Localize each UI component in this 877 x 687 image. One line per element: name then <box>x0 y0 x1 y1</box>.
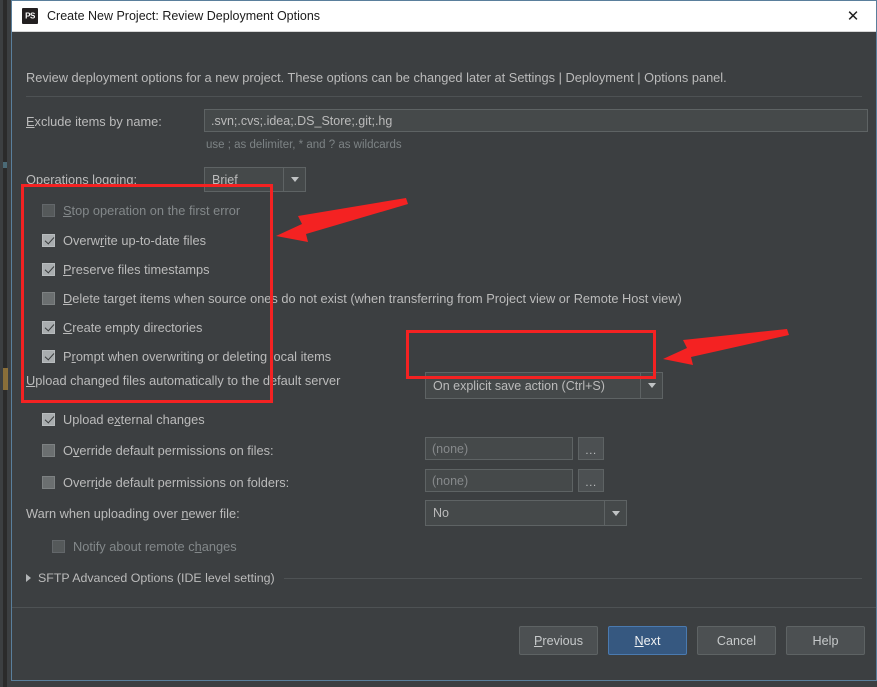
label-preserve-files-timestamps: Preserve files timestamps <box>63 261 210 277</box>
background-ide-edge <box>0 0 11 687</box>
checkbox-row-prompt-when-overwriting[interactable]: Prompt when overwriting or deleting loca… <box>42 347 331 365</box>
label-upload-external-changes: Upload external changes <box>63 411 205 427</box>
chevron-down-icon[interactable] <box>283 168 305 191</box>
dialog-body: Review deployment options for a new proj… <box>12 32 876 680</box>
checkbox-overwrite-up-to-date-files[interactable] <box>42 233 55 247</box>
exclude-items-value: .svn;.cvs;.idea;.DS_Store;.git;.hg <box>211 113 393 128</box>
operations-logging-label: Operations logging: <box>26 172 137 187</box>
checkbox-override-permissions-folders[interactable] <box>42 475 55 489</box>
label-prompt-when-overwriting: Prompt when overwriting or deleting loca… <box>63 348 332 364</box>
browse-button-files[interactable]: … <box>578 437 604 460</box>
footer-button-row: Previous Next Cancel Help <box>518 626 865 655</box>
background-ide-gutter <box>3 0 7 687</box>
checkbox-row-override-permissions-files[interactable]: Override default permissions on files: <box>42 441 274 459</box>
checkbox-create-empty-directories[interactable] <box>42 320 55 334</box>
checkbox-row-preserve-files-timestamps[interactable]: Preserve files timestamps <box>42 260 210 278</box>
previous-button[interactable]: Previous <box>518 626 598 655</box>
exclude-items-label: Exclude items by name: <box>26 114 162 129</box>
intro-text: Review deployment options for a new proj… <box>26 70 727 85</box>
checkbox-preserve-files-timestamps[interactable] <box>42 262 55 276</box>
label-override-permissions-folders: Override default permissions on folders: <box>63 474 290 490</box>
help-button[interactable]: Help <box>786 626 865 655</box>
checkbox-override-permissions-files[interactable] <box>42 443 55 457</box>
checkbox-row-create-empty-directories[interactable]: Create empty directories <box>42 318 202 336</box>
label-delete-target-items: Delete target items when source ones do … <box>63 290 682 306</box>
deployment-options-dialog: Create New Project: Review Deployment Op… <box>11 0 877 681</box>
warn-newer-file-value: No <box>433 506 449 520</box>
sftp-divider <box>283 577 862 579</box>
chevron-right-icon[interactable] <box>26 574 31 582</box>
exclude-items-input[interactable]: .svn;.cvs;.idea;.DS_Store;.git;.hg <box>204 109 868 132</box>
checkbox-delete-target-items[interactable] <box>42 291 55 305</box>
operations-logging-label-rest: perations logging: <box>35 172 137 187</box>
sftp-advanced-options-toggle[interactable]: SFTP Advanced Options (IDE level setting… <box>26 571 862 585</box>
phpstorm-icon <box>22 8 38 24</box>
exclude-mnemonic: E <box>26 114 35 129</box>
checkbox-row-delete-target-items[interactable]: Delete target items when source ones do … <box>42 289 682 307</box>
operations-logging-value: Brief <box>212 172 238 187</box>
label-override-permissions-files: Override default permissions on files: <box>63 442 274 458</box>
operations-logging-dropdown[interactable]: Brief <box>204 167 306 192</box>
label-overwrite-up-to-date-files: Overwrite up-to-date files <box>63 232 206 248</box>
intro-divider <box>26 96 862 97</box>
dialog-title: Create New Project: Review Deployment Op… <box>47 9 321 23</box>
dialog-titlebar: Create New Project: Review Deployment Op… <box>12 1 876 32</box>
override-permissions-files-value: (none) <box>432 441 469 456</box>
checkbox-stop-operation-on-first-error[interactable] <box>42 203 55 217</box>
upload-auto-label: Upload changed files automatically to th… <box>26 373 341 388</box>
label-create-empty-directories: Create empty directories <box>63 319 203 335</box>
checkbox-notify-remote-changes[interactable] <box>52 539 65 553</box>
exclude-label-rest: xclude items by name: <box>34 114 162 129</box>
exclude-items-hint: use ; as delimiter, * and ? as wildcards <box>206 139 402 151</box>
override-permissions-files-input[interactable]: (none) <box>425 437 573 460</box>
screen: Create New Project: Review Deployment Op… <box>0 0 877 687</box>
dialog-footer: Previous Next Cancel Help <box>12 607 876 680</box>
warn-newer-file-label: Warn when uploading over newer file: <box>26 506 240 521</box>
upload-auto-dropdown[interactable]: On explicit save action (Ctrl+S) <box>425 372 663 399</box>
warn-newer-file-dropdown[interactable]: No <box>425 500 627 526</box>
chevron-down-icon[interactable] <box>640 373 662 398</box>
browse-button-folders[interactable]: … <box>578 469 604 492</box>
checkbox-row-override-permissions-folders[interactable]: Override default permissions on folders: <box>42 473 289 491</box>
checkbox-upload-external-changes[interactable] <box>42 412 55 426</box>
operations-logging-mnemonic: O <box>26 172 36 187</box>
upload-auto-value: On explicit save action (Ctrl+S) <box>433 378 605 393</box>
cancel-button[interactable]: Cancel <box>697 626 776 655</box>
checkbox-row-stop-operation-on-first-error[interactable]: Stop operation on the first error <box>42 201 240 219</box>
override-permissions-folders-input[interactable]: (none) <box>425 469 573 492</box>
close-icon[interactable]: ✕ <box>830 1 876 31</box>
checkbox-prompt-when-overwriting[interactable] <box>42 349 55 363</box>
label-notify-remote-changes: Notify about remote changes <box>73 538 237 554</box>
label-stop-operation-on-first-error: Stop operation on the first error <box>63 202 241 218</box>
background-marker-orange <box>3 368 8 390</box>
chevron-down-icon[interactable] <box>604 501 626 525</box>
background-marker-teal <box>3 162 7 168</box>
next-button[interactable]: Next <box>608 626 687 655</box>
sftp-advanced-options-label: SFTP Advanced Options (IDE level setting… <box>38 571 275 585</box>
checkbox-row-upload-external-changes[interactable]: Upload external changes <box>42 410 205 428</box>
checkbox-row-notify-remote-changes[interactable]: Notify about remote changes <box>52 537 237 555</box>
checkbox-row-overwrite-up-to-date-files[interactable]: Overwrite up-to-date files <box>42 231 206 249</box>
override-permissions-folders-value: (none) <box>432 473 469 488</box>
